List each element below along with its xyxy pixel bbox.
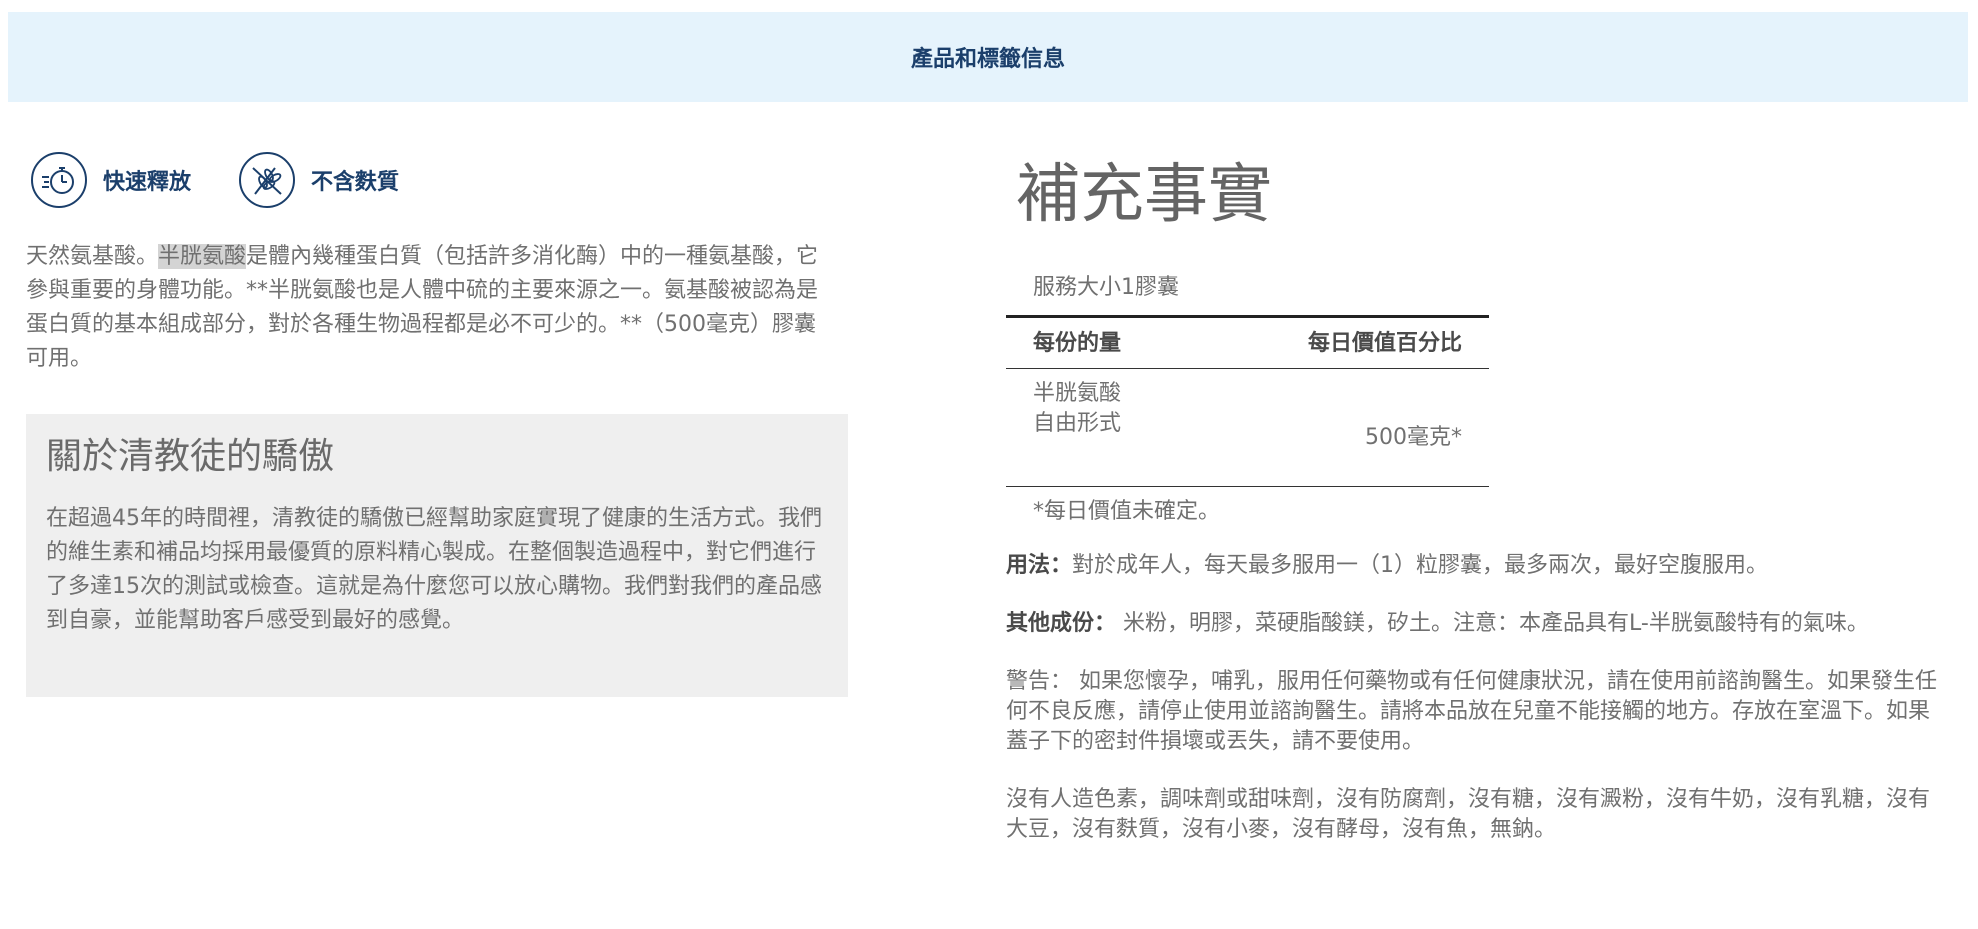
table-header-row: 每份的量 每日價值百分比 xyxy=(1006,318,1489,368)
left-column: 快速釋放 不含麩質 天然氨基酸。半胱氨酸是體內幾種蛋白質（包括許多消化酶）中的一… xyxy=(26,150,851,697)
feature-badges: 快速釋放 不含麩質 xyxy=(31,150,851,210)
about-brand-box: 關於清教徒的驕傲 在超過45年的時間裡，清教徒的驕傲已經幫助家庭實現了健康的生活… xyxy=(26,414,848,697)
daily-value-footnote: *每日價值未確定。 xyxy=(1033,499,1221,524)
other-ingredients-text: 米粉，明膠，菜硬脂酸鎂，矽土。注意：本產品具有L-半胱氨酸特有的氣味。 xyxy=(1116,611,1869,636)
fast-release-timer-icon xyxy=(31,152,87,208)
ingredient-name: 半胱氨酸 自由形式 xyxy=(1033,379,1121,486)
usage-text: 對於成年人，每天最多服用一（1）粒膠囊，最多兩次，最好空腹服用。 xyxy=(1072,553,1769,578)
free-from-paragraph: 沒有人造色素，調味劑或甜味劑，沒有防腐劑，沒有糖，沒有澱粉，沒有牛奶，沒有乳糖，… xyxy=(1006,787,1931,842)
about-body: 在超過45年的時間裡，清教徒的驕傲已經幫助家庭實現了健康的生活方式。我們的維生素… xyxy=(46,506,822,633)
product-description: 天然氨基酸。半胱氨酸是體內幾種蛋白質（包括許多消化酶）中的一種氨基酸，它參與重要… xyxy=(26,240,836,376)
right-column: 補充事實 服務大小1膠囊 每份的量 每日價值百分比 半胱氨酸 自由形式 500毫… xyxy=(1006,155,1946,845)
supplement-facts-title: 補充事實 xyxy=(1016,158,1272,232)
column-header-daily-value: 每日價值百分比 xyxy=(1307,331,1462,356)
ingredient-name-line: 半胱氨酸 xyxy=(1033,381,1122,406)
feature-label: 快速釋放 xyxy=(103,170,192,195)
about-title: 關於清教徒的驕傲 xyxy=(46,436,335,477)
warning-paragraph: 警告： 如果您懷孕，哺乳，服用任何藥物或有任何健康狀況，請在使用前諮詢醫生。如果… xyxy=(1006,669,1937,754)
usage-paragraph: 用法：對於成年人，每天最多服用一（1）粒膠囊，最多兩次，最好空腹服用。 xyxy=(1006,551,1946,581)
table-row: 半胱氨酸 自由形式 500毫克* xyxy=(1006,369,1489,486)
feature-fast-release: 快速釋放 xyxy=(31,152,191,208)
intro-text-before: 天然氨基酸。 xyxy=(26,244,159,269)
header-title: 產品和標籤信息 xyxy=(910,47,1065,72)
supplement-facts-table: 服務大小1膠囊 每份的量 每日價值百分比 半胱氨酸 自由形式 500毫克* *每… xyxy=(1006,273,1489,527)
wheat-gluten-free-icon xyxy=(239,152,296,208)
product-info-header: 產品和標籤信息 xyxy=(8,12,1968,102)
feature-label: 不含麩質 xyxy=(311,170,400,195)
column-header-amount: 每份的量 xyxy=(1033,331,1122,356)
other-ingredients-paragraph: 其他成份： 米粉，明膠，菜硬脂酸鎂，矽土。注意：本產品具有L-半胱氨酸特有的氣味… xyxy=(1006,609,1946,639)
feature-gluten-free: 不含麩質 xyxy=(239,152,399,208)
usage-label: 用法： xyxy=(1006,553,1073,578)
highlighted-ingredient: 半胱氨酸 xyxy=(158,244,247,269)
serving-size: 服務大小1膠囊 xyxy=(1033,275,1179,300)
other-ingredients-label: 其他成份： xyxy=(1006,611,1117,636)
ingredient-amount: 500毫克* xyxy=(1365,425,1462,450)
ingredient-form-line: 自由形式 xyxy=(1033,411,1122,436)
